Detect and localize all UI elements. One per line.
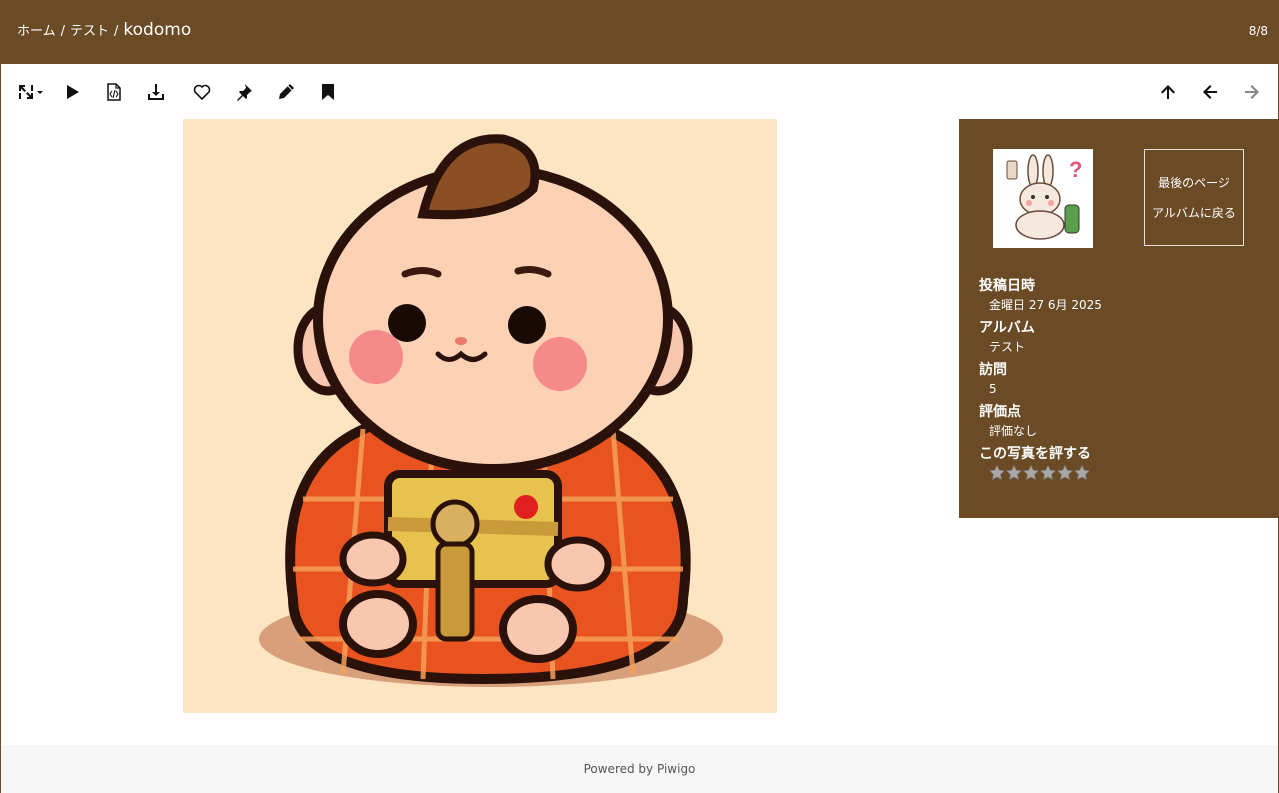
up-arrow-icon — [1161, 85, 1175, 99]
play-slideshow-icon — [67, 85, 79, 99]
expand-size-button[interactable] — [14, 81, 46, 103]
rating-star-icon[interactable] — [989, 465, 1005, 480]
breadcrumb-separator: / — [60, 24, 66, 39]
image-toolbar — [0, 64, 1279, 118]
favorite-heart-icon — [193, 84, 211, 101]
posted-date-label: 投稿日時 — [979, 278, 1035, 294]
next-button[interactable] — [1240, 81, 1264, 103]
main-photo[interactable] — [183, 119, 777, 713]
play-slideshow-button[interactable] — [60, 81, 84, 103]
pin-icon — [237, 84, 252, 101]
rating-star-icon[interactable] — [1040, 465, 1056, 480]
visits-value: 5 — [989, 382, 997, 396]
bookmark-icon — [322, 84, 334, 100]
album-value-link[interactable]: テスト — [989, 339, 1269, 355]
breadcrumb-album-link[interactable]: テスト — [70, 20, 109, 39]
breadcrumb-separator: / — [114, 24, 119, 39]
posted-date-value: 金曜日 27 6月 2025 — [989, 298, 1102, 312]
pin-button[interactable] — [232, 81, 256, 103]
album-thumbnail[interactable]: ? — [993, 149, 1093, 248]
rating-star-icon[interactable] — [1006, 465, 1022, 480]
svg-text:?: ? — [1069, 157, 1082, 182]
rating-score-value: 評価なし — [989, 424, 1038, 438]
powered-by-text: Powered by — [583, 762, 654, 776]
rating-star-icon[interactable] — [1057, 465, 1073, 480]
piwigo-link[interactable]: Piwigo — [657, 762, 695, 776]
bookmark-button[interactable] — [316, 81, 340, 103]
bunny-thumbnail-image: ? — [993, 149, 1093, 248]
page-footer: Powered by Piwigo — [0, 745, 1279, 793]
image-metadata: 投稿日時 金曜日 27 6月 2025 アルバム テスト 訪問 5 評価点 評価… — [979, 274, 1269, 486]
navigation-box: 最後のページ アルバムに戻る — [1144, 149, 1244, 246]
favorite-button[interactable] — [190, 81, 214, 103]
download-button[interactable] — [144, 81, 168, 103]
back-to-album-link[interactable]: アルバムに戻る — [1152, 204, 1236, 222]
breadcrumb: ホーム / テスト / kodomo — [17, 20, 191, 40]
breadcrumb-home-link[interactable]: ホーム — [17, 20, 56, 39]
page-title: kodomo — [123, 20, 192, 40]
metadata-icon — [107, 83, 121, 101]
rating-star-icon[interactable] — [1074, 465, 1090, 480]
last-page-link[interactable]: 最後のページ — [1158, 174, 1230, 192]
baby-kimono-illustration — [183, 119, 777, 713]
rate-photo-label: この写真を評する — [979, 446, 1091, 462]
expand-size-icon — [19, 85, 43, 99]
rating-stars — [989, 465, 1269, 480]
next-arrow-icon — [1245, 85, 1259, 99]
up-button[interactable] — [1156, 81, 1180, 103]
edit-button[interactable] — [274, 81, 298, 103]
visits-label: 訪問 — [979, 362, 1007, 378]
album-label: アルバム — [979, 320, 1035, 336]
page-header: ホーム / テスト / kodomo 8/8 — [0, 0, 1279, 64]
frame-border-left — [0, 64, 1, 793]
download-icon — [148, 84, 164, 100]
previous-button[interactable] — [1198, 81, 1222, 103]
image-counter: 8/8 — [1248, 24, 1268, 38]
metadata-button[interactable] — [102, 81, 126, 103]
rating-star-icon[interactable] — [1023, 465, 1039, 480]
edit-pencil-icon — [279, 84, 294, 99]
image-info-panel: ? 最後のページ アルバムに戻る 投稿日時 金曜日 27 6月 2025 アルバ… — [959, 119, 1279, 518]
previous-arrow-icon — [1203, 85, 1217, 99]
rating-score-label: 評価点 — [979, 404, 1021, 420]
